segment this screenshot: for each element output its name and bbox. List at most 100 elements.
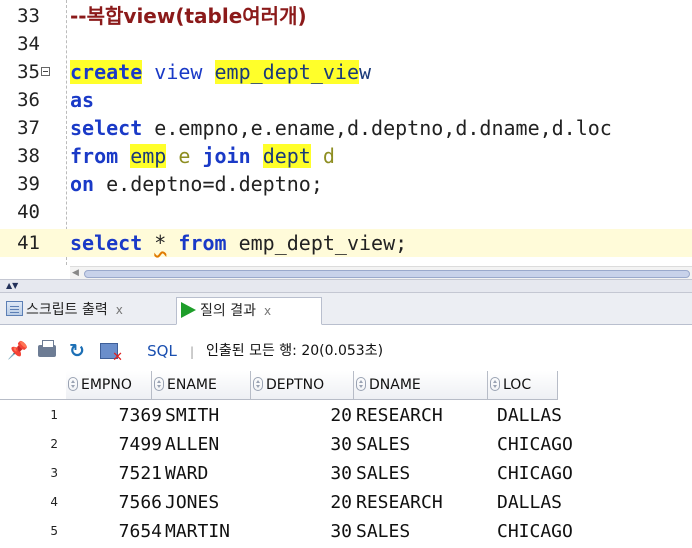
column-header-dname[interactable]: DNAME: [354, 371, 488, 400]
code-line-34[interactable]: 34: [0, 30, 692, 58]
cell-dname[interactable]: RESEARCH: [356, 488, 486, 517]
keyword-from: from: [178, 231, 227, 255]
line-number: 40: [17, 201, 40, 223]
alias-e: e: [166, 144, 203, 168]
table-row[interactable]: 5 7654 MARTIN 30 SALES CHICAGO: [0, 517, 692, 546]
cell-dname[interactable]: SALES: [356, 517, 486, 546]
print-icon[interactable]: [36, 335, 58, 367]
cell-empno[interactable]: 7499: [80, 430, 162, 459]
cell-empno[interactable]: 7521: [80, 459, 162, 488]
code-line-41[interactable]: 41 select * from emp_dept_view;: [0, 229, 692, 257]
code-text: emp_dept_view;: [226, 231, 408, 255]
cell-deptno[interactable]: 20: [255, 488, 352, 517]
table-row[interactable]: 4 7566 JONES 20 RESEARCH DALLAS: [0, 488, 692, 517]
alias-d: d: [310, 144, 335, 168]
tab-script-output[interactable]: 스크립트 출력 x: [2, 297, 174, 325]
sort-icon: [253, 377, 263, 391]
cell-loc[interactable]: CHICAGO: [497, 430, 692, 459]
cell-dname[interactable]: RESEARCH: [356, 401, 486, 430]
row-number: 1: [50, 408, 58, 422]
cell-deptno[interactable]: 30: [255, 430, 352, 459]
cell-loc[interactable]: CHICAGO: [497, 517, 692, 546]
keyword-from: from: [70, 144, 119, 168]
code-text: w: [359, 60, 372, 84]
sql-editor[interactable]: 33 --복합view(table여러개) 34 35 create view …: [0, 0, 692, 265]
table-row[interactable]: 1 7369 SMITH 20 RESEARCH DALLAS: [0, 401, 692, 430]
code-text: e.deptno=d.deptno;: [94, 172, 323, 196]
toolbar-separator: |: [190, 345, 195, 359]
column-header-empno[interactable]: EMPNO: [66, 371, 152, 400]
document-icon: [6, 301, 23, 316]
tab-query-result[interactable]: 질의 결과 x: [176, 297, 322, 325]
splitter-arrows-icon[interactable]: ▲▼: [6, 281, 18, 291]
result-grid[interactable]: EMPNO ENAME DEPTNO DNAME LOC 1 7369 SMIT…: [0, 371, 692, 548]
code-line-37[interactable]: 37 select e.empno,e.ename,d.deptno,d.dna…: [0, 114, 692, 142]
cancel-query-icon[interactable]: [97, 335, 123, 367]
pin-icon[interactable]: 📌: [7, 335, 28, 367]
tab-label: 질의 결과: [200, 303, 256, 319]
close-icon[interactable]: x: [264, 304, 271, 318]
result-tabbar: 스크립트 출력 x 질의 결과 x: [0, 293, 692, 325]
keyword-select: select: [70, 116, 143, 140]
line-number: 36: [17, 89, 40, 111]
cell-ename[interactable]: WARD: [165, 459, 251, 488]
cell-deptno[interactable]: 30: [255, 459, 352, 488]
keyword-as: as: [70, 88, 95, 112]
line-number: 39: [17, 173, 40, 195]
pane-splitter[interactable]: ▲▼: [0, 279, 692, 293]
comment-text: --복합view(table여러개): [70, 4, 307, 28]
highlighted-table-emp: emp: [130, 144, 167, 168]
fetch-status-text: 인출된 모든 행: 20(0.053초): [206, 343, 384, 359]
line-number: 33: [17, 5, 40, 27]
cell-dname[interactable]: SALES: [356, 459, 486, 488]
column-header-loc[interactable]: LOC: [488, 371, 558, 400]
keyword-on: on: [70, 172, 95, 196]
line-number: 37: [17, 117, 40, 139]
cell-loc[interactable]: DALLAS: [497, 488, 692, 517]
cell-ename[interactable]: MARTIN: [165, 517, 251, 546]
cell-empno[interactable]: 7654: [80, 517, 162, 546]
fold-collapse-icon[interactable]: [41, 67, 50, 76]
column-header-deptno[interactable]: DEPTNO: [251, 371, 354, 400]
cell-loc[interactable]: CHICAGO: [497, 459, 692, 488]
row-number: 5: [50, 524, 58, 538]
sort-icon: [68, 377, 78, 391]
table-row[interactable]: 3 7521 WARD 30 SALES CHICAGO: [0, 459, 692, 488]
close-icon[interactable]: x: [116, 303, 123, 317]
sql-button[interactable]: SQL: [144, 335, 180, 367]
play-icon: [181, 302, 196, 318]
cell-dname[interactable]: SALES: [356, 430, 486, 459]
result-toolbar: 📌 ↻ SQL | 인출된 모든 행: 20(0.053초): [0, 335, 692, 367]
cell-deptno[interactable]: 30: [255, 517, 352, 546]
line-number: 34: [17, 33, 40, 55]
code-line-39[interactable]: 39 on e.deptno=d.deptno;: [0, 170, 692, 198]
grid-header-row: EMPNO ENAME DEPTNO DNAME LOC: [0, 371, 692, 400]
scrollbar-thumb[interactable]: [84, 270, 690, 278]
highlighted-table-dept: dept: [262, 144, 311, 168]
code-line-36[interactable]: 36 as: [0, 86, 692, 114]
wildcard-star: *: [154, 231, 167, 255]
horizontal-scrollbar[interactable]: ◀: [70, 266, 692, 279]
row-number: 3: [50, 466, 58, 480]
scroll-left-icon[interactable]: ◀: [72, 269, 79, 278]
code-line-38[interactable]: 38 from emp e join dept d: [0, 142, 692, 170]
row-number: 2: [50, 437, 58, 451]
line-number: 38: [17, 145, 40, 167]
cell-ename[interactable]: ALLEN: [165, 430, 251, 459]
column-header-ename[interactable]: ENAME: [152, 371, 251, 400]
cell-ename[interactable]: SMITH: [165, 401, 251, 430]
code-line-33[interactable]: 33 --복합view(table여러개): [0, 2, 692, 30]
refresh-icon[interactable]: ↻: [66, 335, 88, 367]
cell-deptno[interactable]: 20: [255, 401, 352, 430]
highlighted-view-name: emp_dept_vie: [214, 60, 359, 84]
row-number-header: [0, 371, 66, 400]
cell-loc[interactable]: DALLAS: [497, 401, 692, 430]
code-line-40[interactable]: 40: [0, 198, 692, 226]
cell-empno[interactable]: 7566: [80, 488, 162, 517]
cell-ename[interactable]: JONES: [165, 488, 251, 517]
cell-empno[interactable]: 7369: [80, 401, 162, 430]
code-line-35[interactable]: 35 create view emp_dept_view: [0, 58, 692, 86]
sort-icon: [490, 377, 500, 391]
code-text: e.empno,e.ename,d.deptno,d.dname,d.loc: [142, 116, 612, 140]
table-row[interactable]: 2 7499 ALLEN 30 SALES CHICAGO: [0, 430, 692, 459]
